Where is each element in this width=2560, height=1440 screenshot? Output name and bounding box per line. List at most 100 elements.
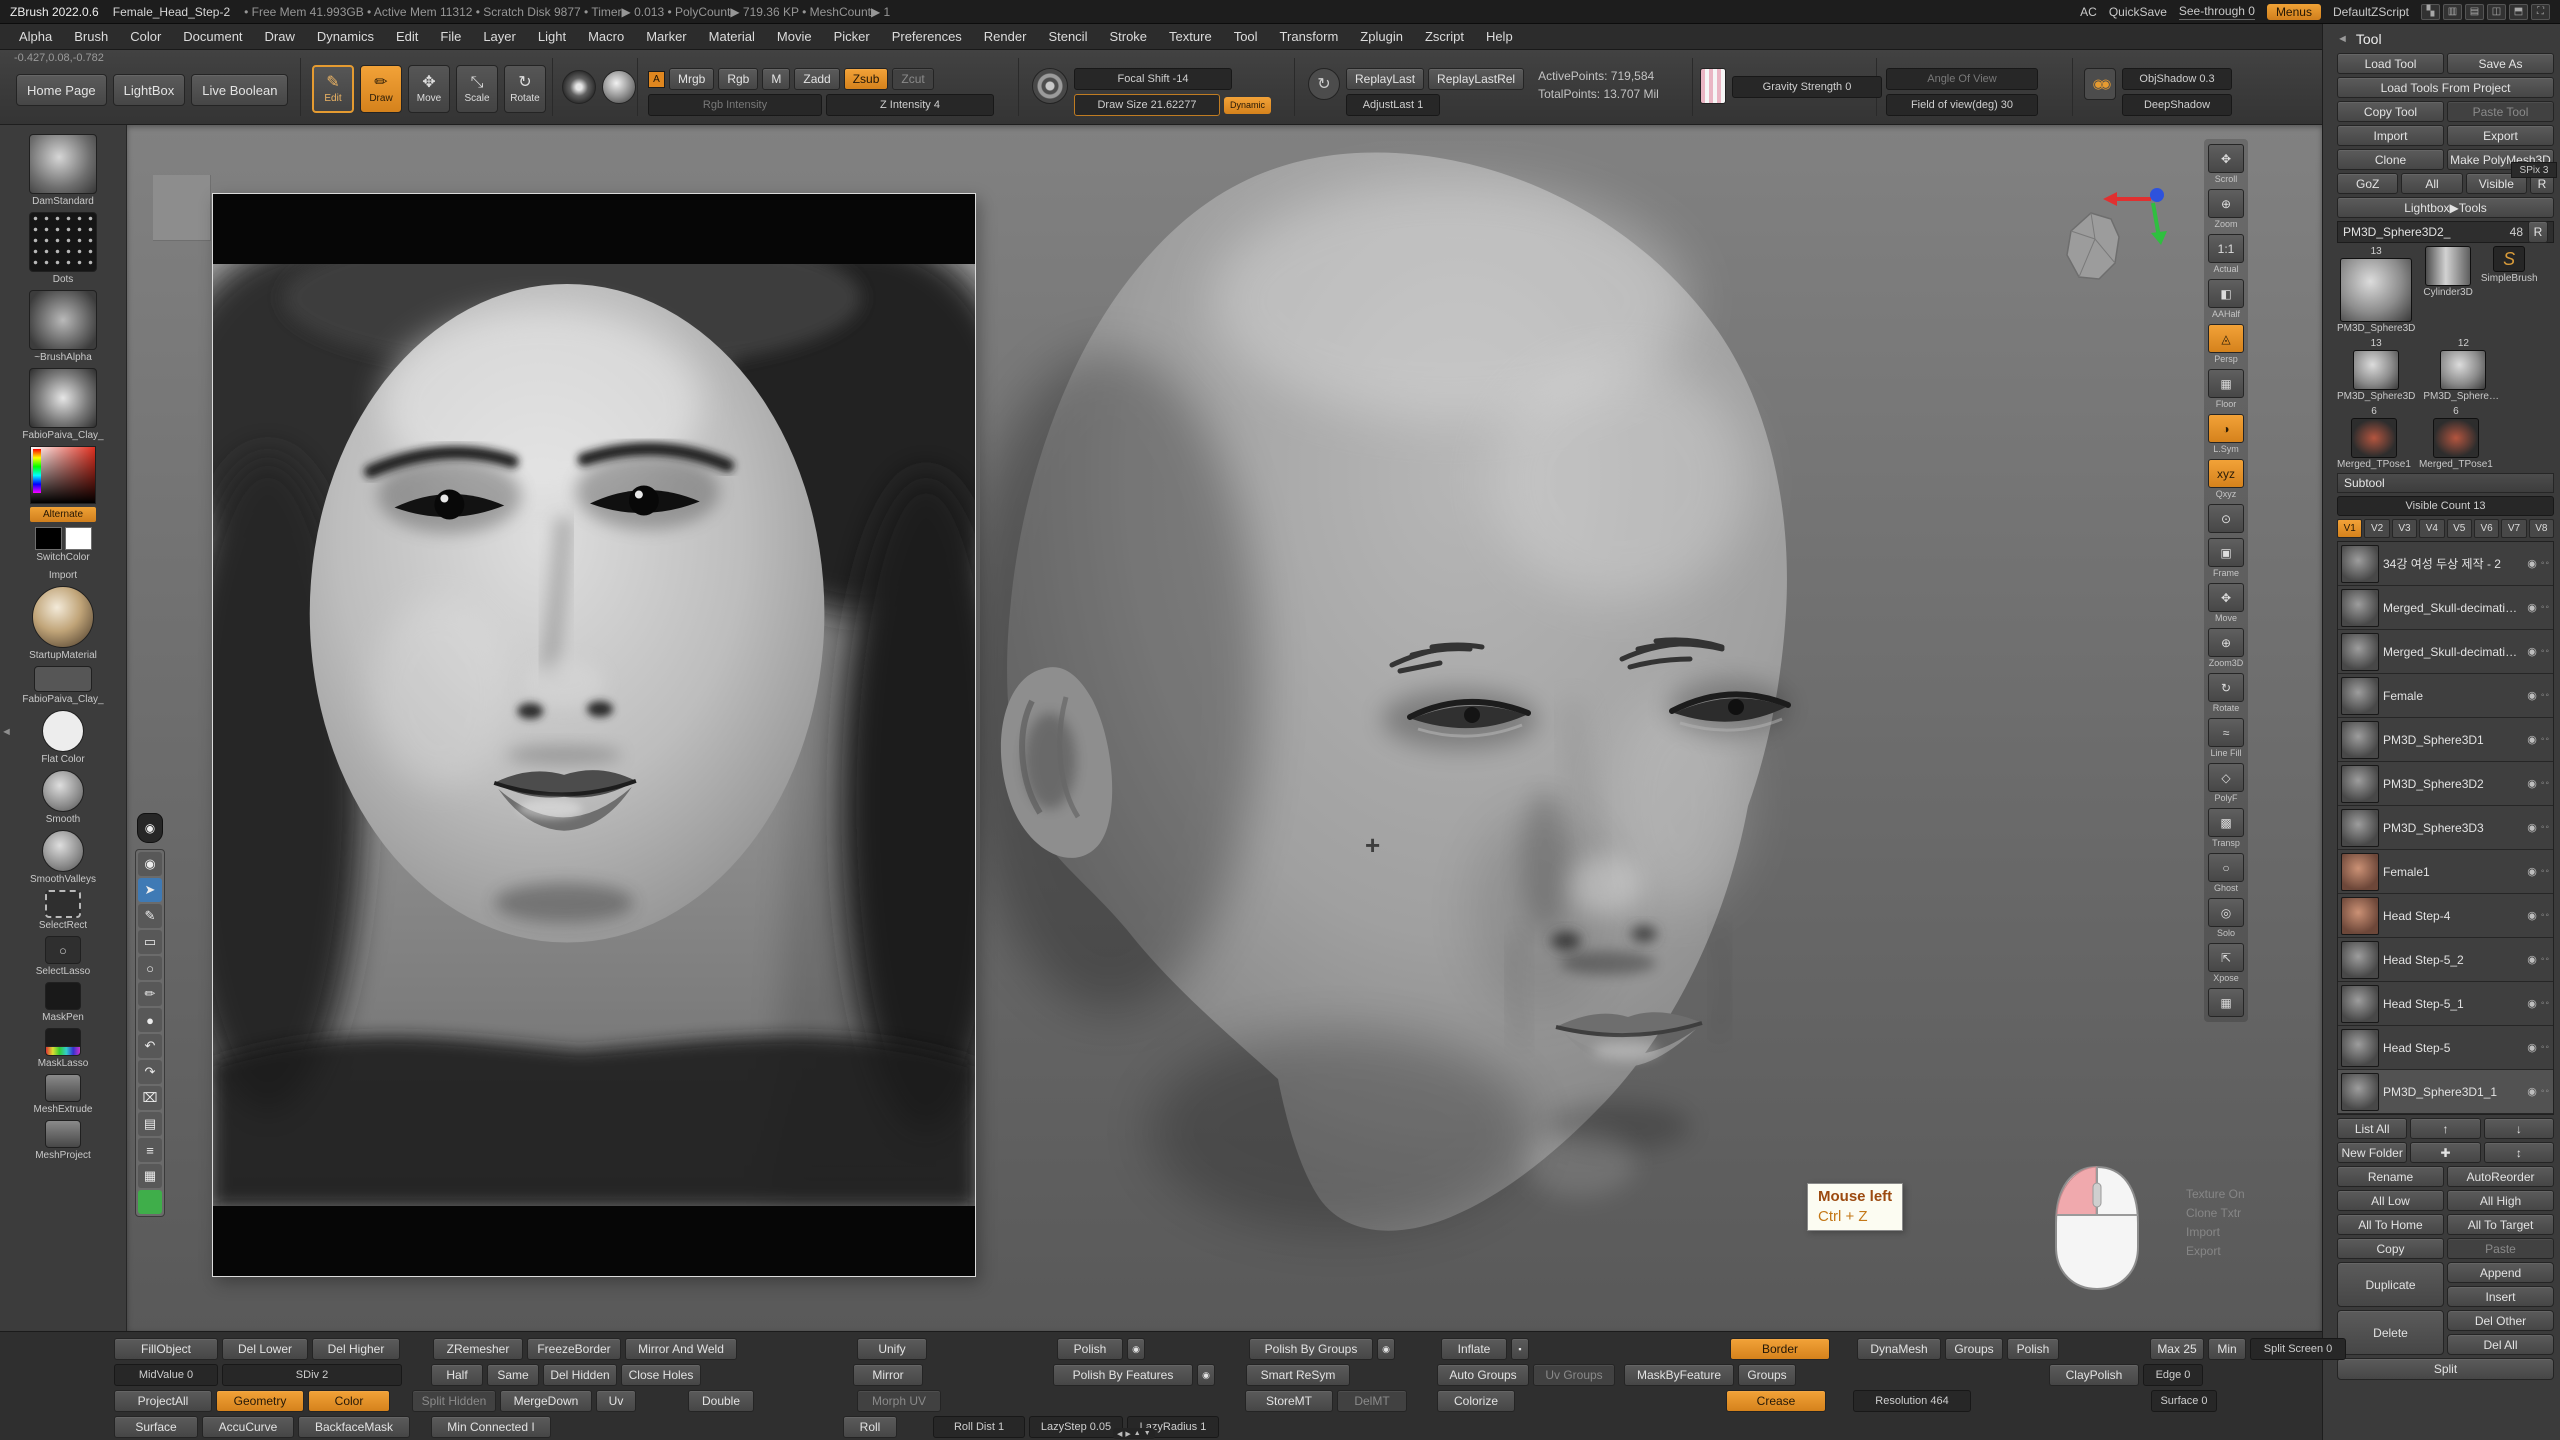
insert-button[interactable]: Insert	[2447, 1286, 2554, 1307]
palette-icon[interactable]: ▦	[138, 1164, 162, 1188]
adjust-last-slider[interactable]: AdjustLast 1	[1346, 94, 1440, 116]
eye-icon[interactable]: ◉	[2527, 777, 2537, 790]
subtool-tab-v6[interactable]: V6	[2474, 519, 2499, 538]
eye-icon[interactable]: ◉	[2527, 733, 2537, 746]
pal-import[interactable]: Import	[49, 568, 77, 581]
gravity-icon[interactable]	[1700, 68, 1726, 104]
subtool-row-pm3d-sphere3d2[interactable]: PM3D_Sphere3D2◉◦◦	[2338, 762, 2553, 806]
subtool-tab-v8[interactable]: V8	[2529, 519, 2554, 538]
polish-groups-mode-icon[interactable]: ◉	[1377, 1338, 1395, 1360]
polish-features-mode-icon[interactable]: ◉	[1197, 1364, 1215, 1386]
list-icon[interactable]: ≡	[138, 1138, 162, 1162]
tool-clone-button[interactable]: Clone	[2337, 149, 2444, 170]
eraser-icon[interactable]: ▭	[138, 930, 162, 954]
tray-double-button[interactable]: Double	[688, 1390, 754, 1412]
del-other-button[interactable]: Del Other	[2447, 1310, 2554, 1331]
tool-all-button[interactable]: All	[2401, 173, 2462, 194]
rs-zoom3d[interactable]: ⊕Zoom3D	[2208, 628, 2244, 668]
simplebrush-thumb[interactable]: S	[2493, 246, 2525, 272]
mode-draw-button[interactable]: ✏Draw	[360, 65, 402, 113]
replay-last-rel-button[interactable]: ReplayLastRel	[1428, 68, 1524, 90]
menu-zplugin[interactable]: Zplugin	[1349, 26, 1414, 47]
rs-persp[interactable]: ◬Persp	[2208, 324, 2244, 364]
all-to-home-button[interactable]: All To Home	[2337, 1214, 2444, 1235]
menu-help[interactable]: Help	[1475, 26, 1524, 47]
focal-shift-slider[interactable]: Focal Shift -14	[1074, 68, 1232, 90]
tray-sdiv-2-button[interactable]: SDiv 2	[222, 1364, 402, 1386]
eye-icon[interactable]: ◉	[2527, 909, 2537, 922]
columns-icon[interactable]: ▤	[2465, 4, 2484, 20]
pal-dots[interactable]: Dots	[29, 212, 97, 285]
pen-icon[interactable]: ✎	[138, 904, 162, 928]
screen-icon[interactable]: ▤	[138, 1112, 162, 1136]
pal-damstandard[interactable]: DamStandard	[29, 134, 97, 207]
eye-icon[interactable]: ◉	[2527, 821, 2537, 834]
~brushalpha-thumb[interactable]	[29, 290, 97, 350]
tray-polish-by-groups-button[interactable]: Polish By Groups	[1249, 1338, 1373, 1360]
pencil-icon[interactable]: ✏	[138, 982, 162, 1006]
tray-scroll-nav[interactable]: ◀▶▲▼	[1113, 1428, 1155, 1439]
picker-icon[interactable]: ◉	[137, 813, 163, 843]
split-button[interactable]: Split	[2337, 1358, 2554, 1380]
menu-light[interactable]: Light	[527, 26, 577, 47]
shelf-home-page-button[interactable]: Home Page	[16, 74, 107, 106]
tray-surface-0-button[interactable]: Surface 0	[2151, 1390, 2217, 1412]
pal-flat-color[interactable]: Flat Color	[41, 710, 84, 765]
rs-scroll[interactable]: ✥Scroll	[2208, 144, 2244, 184]
replay-last-button[interactable]: ReplayLast	[1346, 68, 1424, 90]
tray-crease-button[interactable]: Crease	[1726, 1390, 1826, 1412]
menu-render[interactable]: Render	[973, 26, 1038, 47]
redo-icon[interactable]: ↷	[138, 1060, 162, 1084]
tool-copy-tool-button[interactable]: Copy Tool	[2337, 101, 2444, 122]
del-all-button[interactable]: Del All	[2447, 1334, 2554, 1355]
rs-l.sym[interactable]: ◑L.Sym	[2208, 414, 2244, 454]
rs-qxyz[interactable]: xyzQxyz	[2208, 459, 2244, 499]
canvas[interactable]: ◉ ◉➤✎▭○✏●↶↷⌧▤≡▦ Mouse left Ctrl + Z +	[127, 125, 2322, 1331]
fabiopaiva-clay-thumb[interactable]	[29, 368, 97, 428]
tray-projectall-button[interactable]: ProjectAll	[114, 1390, 212, 1412]
tray-resolution-464-button[interactable]: Resolution 464	[1853, 1390, 1971, 1412]
tray-unify-button[interactable]: Unify	[857, 1338, 927, 1360]
tray-delmt-button[interactable]: DelMT	[1337, 1390, 1407, 1412]
meshproject-thumb[interactable]	[45, 1120, 81, 1148]
tray-smart-resym-button[interactable]: Smart ReSym	[1246, 1364, 1350, 1386]
subtool-row-head-step-5[interactable]: Head Step-5◉◦◦	[2338, 1026, 2553, 1070]
deep-shadow-slider[interactable]: DeepShadow	[2122, 94, 2232, 116]
tray-zremesher-button[interactable]: ZRemesher	[433, 1338, 523, 1360]
rename-button[interactable]: Rename	[2337, 1166, 2444, 1187]
rs-polyf[interactable]: ◇PolyF	[2208, 763, 2244, 803]
subtool-tab-v7[interactable]: V7	[2501, 519, 2526, 538]
tray-mergedown-button[interactable]: MergeDown	[500, 1390, 592, 1412]
dots-thumb[interactable]	[29, 212, 97, 272]
color-picker[interactable]	[30, 446, 96, 504]
pal-masklasso[interactable]: MaskLasso	[38, 1028, 89, 1069]
subtool-row-female[interactable]: Female◉◦◦	[2338, 674, 2553, 718]
tray-backfacemask-button[interactable]: BackfaceMask	[298, 1416, 410, 1438]
cursor-icon[interactable]: ➤	[138, 878, 162, 902]
subtool-row-merged-skull-decimation2-4[interactable]: Merged_Skull-decimation2_4◉◦◦	[2338, 630, 2553, 674]
subtool-tab-v5[interactable]: V5	[2447, 519, 2472, 538]
rs-xpose[interactable]: ⇱Xpose	[2208, 943, 2244, 983]
subtool-tab-v1[interactable]: V1	[2337, 519, 2362, 538]
alpha-preview-icon[interactable]	[602, 70, 636, 104]
meshextrude-thumb[interactable]	[45, 1074, 81, 1102]
tray-roll-dist-1-button[interactable]: Roll Dist 1	[933, 1416, 1025, 1438]
pal-smoothvalleys[interactable]: SmoothValleys	[30, 830, 96, 885]
tool-load-tools-from-project-button[interactable]: Load Tools From Project	[2337, 77, 2554, 98]
damstandard-thumb[interactable]	[29, 134, 97, 194]
pal-fabiopaiva-clay[interactable]: FabioPaiva_Clay_	[22, 368, 103, 441]
expand-icon[interactable]: ⛶	[2531, 4, 2550, 20]
smoothvalleys-thumb[interactable]	[42, 830, 84, 872]
rs-aahalf[interactable]: ◧AAHalf	[2208, 279, 2244, 319]
duplicate-button[interactable]: Duplicate	[2337, 1262, 2444, 1307]
paint-m-button[interactable]: M	[762, 68, 790, 90]
swatch-icon[interactable]	[138, 1190, 162, 1214]
menu-transform[interactable]: Transform	[1269, 26, 1350, 47]
paint-mrgb-button[interactable]: Mrgb	[669, 68, 714, 90]
menu-material[interactable]: Material	[698, 26, 766, 47]
downarrow-icon[interactable]: ▼	[1144, 1430, 1151, 1437]
rs-grid3d-icon[interactable]: ▦	[2208, 988, 2244, 1017]
texture-texture-on[interactable]: Texture On	[2186, 1187, 2245, 1201]
left-icon[interactable]: ◀	[1117, 1430, 1122, 1438]
pal-alternate[interactable]: Alternate	[30, 446, 96, 522]
